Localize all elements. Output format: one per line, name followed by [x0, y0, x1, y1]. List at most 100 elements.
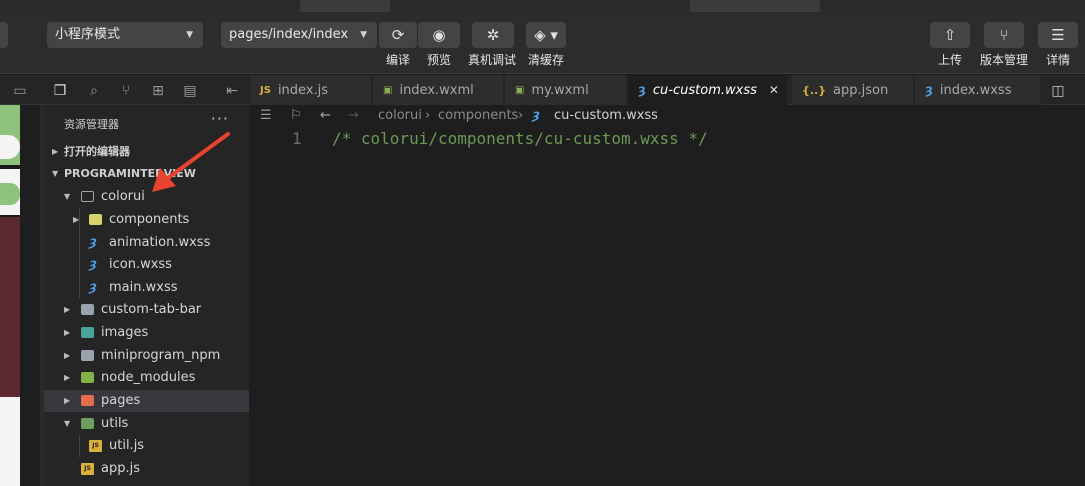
tree-label: colorui [101, 189, 145, 204]
collapse-icon[interactable]: ⇤ [222, 81, 242, 101]
split-editor-icon[interactable]: ◫ [1048, 81, 1068, 101]
clear-cache-button[interactable]: ◈ ▾ [526, 22, 566, 48]
preview-label: 预览 [426, 53, 451, 67]
pages-folder-icon [81, 395, 94, 406]
version-button[interactable]: ⑂ [984, 22, 1024, 48]
extensions-icon[interactable]: ⊞ [148, 81, 168, 101]
tree-item-custom-tab-bar[interactable]: ▶ custom-tab-bar [44, 299, 249, 321]
tab-label: index.wxss [939, 82, 1012, 98]
files-icon[interactable]: ❐ [50, 81, 70, 101]
tree-item-images[interactable]: ▶ images [44, 322, 249, 344]
search-icon[interactable]: ⌕ [84, 81, 104, 101]
tree-item-miniprogram-npm[interactable]: ▶ miniprogram_npm [44, 345, 249, 367]
tab-label: my.wxml [531, 82, 589, 98]
chevron-right-icon: ▶ [64, 373, 71, 382]
section-label: PROGRAMINTERVIEW [64, 167, 196, 180]
chevron-down-icon: ▼ [186, 30, 193, 40]
json-file-icon: {..} [802, 83, 827, 97]
forward-icon[interactable]: → [348, 105, 359, 127]
simulator-image [0, 217, 20, 397]
css-file-icon: ȝ [89, 235, 97, 250]
simulator-preview [0, 105, 20, 486]
save-icon[interactable]: ▤ [180, 81, 200, 101]
breadcrumb: ☰ ⚐ ← → colorui › components › ȝ cu-cust… [250, 105, 1085, 127]
top-strip-ghost [300, 0, 390, 12]
tree-item-util-js[interactable]: JS util.js [44, 435, 249, 457]
css-file-icon: ȝ [925, 82, 933, 98]
tree-label: miniprogram_npm [101, 348, 221, 363]
js-file-icon: JS [81, 463, 94, 475]
tree-item-node-modules[interactable]: ▶ node_modules [44, 367, 249, 389]
chevron-right-icon: ▶ [64, 396, 71, 405]
chevron-down-icon: ▼ [52, 169, 59, 178]
tree-item-main-wxss[interactable]: ȝ main.wxss [44, 277, 249, 299]
tree-item-pages[interactable]: ▶ pages [44, 390, 249, 412]
tree-item-colorui[interactable]: ▼ colorui [44, 186, 249, 208]
tab-row: ▭ ❐ ⌕ ⑂ ⊞ ▤ ⇤ JS index.js ▣ index.wxml ▣… [0, 75, 1085, 105]
utils-folder-icon [81, 418, 94, 429]
wxml-file-icon: ▣ [515, 84, 525, 96]
preview-button[interactable]: ◉ [418, 22, 460, 48]
window-top-strip [0, 0, 1085, 14]
back-icon[interactable]: ← [320, 105, 331, 127]
git-icon[interactable]: ⑂ [116, 81, 136, 101]
explorer-panel: 资源管理器 ··· ▶ 打开的编辑器 ▼ PROGRAMINTERVIEW ▼ … [44, 105, 249, 486]
code-line[interactable]: /* colorui/components/cu-custom.wxss */ [332, 129, 708, 148]
remote-debug-button[interactable]: ✲ [472, 22, 514, 48]
images-folder-icon [81, 327, 94, 338]
mode-select[interactable]: 小程序模式 ▼ [47, 22, 203, 48]
tree-label: custom-tab-bar [101, 302, 202, 317]
layers-icon: ◈ ▾ [534, 26, 558, 44]
remote-debug-label: 真机调试 [467, 53, 516, 67]
breadcrumb-item[interactable]: colorui [378, 105, 422, 127]
js-file-icon: JS [89, 440, 102, 452]
js-file-icon: JS [260, 84, 271, 96]
chevron-right-icon: ▶ [64, 328, 71, 337]
eye-icon: ◉ [432, 26, 446, 44]
tab-cu-custom-wxss[interactable]: ȝ cu-custom.wxss ✕ [628, 75, 788, 105]
compile-button[interactable]: ⟳ [379, 22, 417, 48]
css-file-icon: ȝ [89, 257, 97, 272]
left-stub-button[interactable] [0, 22, 8, 48]
tab-label: app.json [833, 82, 889, 98]
section-label: 打开的编辑器 [64, 145, 130, 158]
tab-index-wxml[interactable]: ▣ index.wxml [373, 75, 504, 105]
version-label: 版本管理 [979, 53, 1028, 67]
tab-label: index.wxml [399, 82, 474, 98]
tab-app-json[interactable]: {..} app.json [792, 75, 914, 105]
upload-button[interactable]: ⇧ [930, 22, 970, 48]
list-icon[interactable]: ☰ [260, 105, 272, 127]
chevron-down-icon: ▼ [64, 419, 71, 428]
tab-index-wxss[interactable]: ȝ index.wxss [915, 75, 1041, 105]
compile-label: 编译 [385, 53, 410, 67]
chevron-right-icon: ▶ [64, 305, 71, 314]
close-icon[interactable]: ✕ [769, 83, 779, 97]
code-editor[interactable]: 1 /* colorui/components/cu-custom.wxss *… [250, 127, 1085, 486]
simulator-green-pill [0, 183, 20, 205]
breadcrumb-item[interactable]: cu-custom.wxss [554, 105, 658, 127]
mode-select-value: 小程序模式 [55, 27, 121, 42]
explorer-title: 资源管理器 [64, 118, 119, 131]
chevron-right-icon: ▶ [73, 215, 80, 224]
project-section[interactable]: ▼ PROGRAMINTERVIEW [44, 163, 249, 185]
tree-label: main.wxss [109, 280, 178, 295]
window-icon[interactable]: ▭ [10, 81, 30, 101]
tree-label: app.js [101, 461, 140, 476]
tree-label: node_modules [101, 370, 196, 385]
tree-item-icon-wxss[interactable]: ȝ icon.wxss [44, 254, 249, 276]
tree-item-app-js[interactable]: JS app.js [44, 458, 249, 480]
open-editors-section[interactable]: ▶ 打开的编辑器 [44, 141, 249, 163]
tab-my-wxml[interactable]: ▣ my.wxml [505, 75, 627, 105]
tree-item-utils[interactable]: ▼ utils [44, 413, 249, 435]
breadcrumb-item[interactable]: components [438, 105, 518, 127]
more-icon[interactable]: ··· [211, 109, 229, 128]
tab-label: index.js [277, 82, 329, 98]
tree-item-animation-wxss[interactable]: ȝ animation.wxss [44, 232, 249, 254]
details-button[interactable]: ☰ [1038, 22, 1078, 48]
chevron-right-icon: › [518, 108, 524, 123]
tree-item-components[interactable]: ▶ components [44, 209, 249, 231]
bookmark-icon[interactable]: ⚐ [290, 105, 302, 127]
path-select[interactable]: pages/index/index ▼ [221, 22, 377, 48]
folder-open-icon [81, 191, 94, 202]
tab-index-js[interactable]: JS index.js [250, 75, 372, 105]
